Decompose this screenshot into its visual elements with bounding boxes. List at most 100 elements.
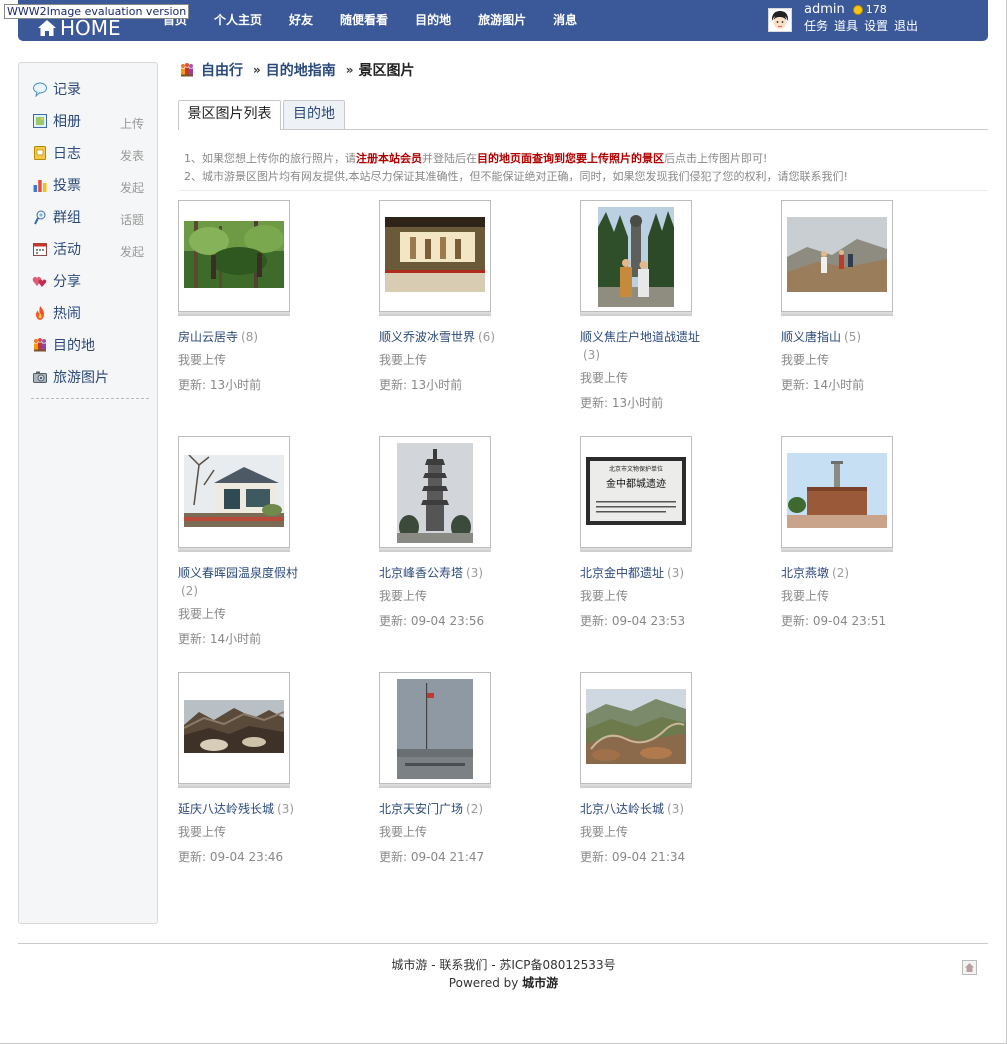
photo-thumbnail-frame[interactable] bbox=[580, 200, 692, 312]
photo-title-link[interactable]: 顺义乔波冰雪世界 bbox=[379, 330, 475, 344]
sidebar-item-groups[interactable]: 群组 话题 bbox=[32, 201, 144, 233]
upload-photo-link[interactable]: 我要上传 bbox=[178, 351, 226, 369]
photo-thumbnail-frame[interactable] bbox=[580, 672, 692, 784]
tab-destination[interactable]: 目的地 bbox=[283, 100, 345, 129]
photo-title-link[interactable]: 房山云居寺 bbox=[178, 330, 238, 344]
notice-line-2: 2、城市游景区图片均有网友提供,本站尽力保证其准确性，但不能保证绝对正确，同时，… bbox=[184, 170, 848, 183]
upload-photo-link[interactable]: 我要上传 bbox=[580, 823, 628, 841]
photo-thumbnail[interactable] bbox=[598, 207, 674, 307]
photo-thumbnail[interactable] bbox=[184, 221, 284, 288]
photo-thumbnail-frame[interactable] bbox=[379, 672, 491, 784]
photo-thumbnail-frame[interactable] bbox=[178, 436, 290, 548]
sidebar-item-travel-photos[interactable]: 旅游图片 bbox=[32, 361, 144, 393]
register-link[interactable]: 注册本站会员 bbox=[356, 152, 422, 165]
photo-title-link[interactable]: 顺义唐指山 bbox=[781, 330, 841, 344]
sidebar-item-events[interactable]: 活动 发起 bbox=[32, 233, 144, 265]
photo-thumbnail[interactable] bbox=[787, 453, 887, 528]
sidebar-item-destinations[interactable]: 目的地 bbox=[32, 329, 144, 361]
photo-thumbnail-frame[interactable] bbox=[379, 436, 491, 548]
photo-title: 延庆八达岭残长城 (3) bbox=[178, 800, 298, 818]
sidebar-item-share[interactable]: 分享 bbox=[32, 265, 144, 297]
breadcrumb-free-travel[interactable]: 自由行 bbox=[201, 60, 243, 80]
photo-count: (5) bbox=[844, 330, 862, 344]
photo-title-link[interactable]: 顺义春晖园温泉度假村 bbox=[178, 566, 298, 580]
powered-by-brand[interactable]: 城市游 bbox=[522, 976, 558, 990]
username-link[interactable]: admin bbox=[804, 2, 845, 18]
coin-icon bbox=[852, 5, 863, 15]
upload-photo-link[interactable]: 我要上传 bbox=[379, 587, 427, 605]
photo-title: 顺义春晖园温泉度假村 (2) bbox=[178, 564, 298, 600]
nav-friends[interactable]: 好友 bbox=[289, 12, 313, 28]
photo-title: 顺义乔波冰雪世界 (6) bbox=[379, 328, 499, 346]
upload-photo-link[interactable]: 我要上传 bbox=[178, 605, 226, 623]
photo-title-link[interactable]: 北京峰香公寿塔 bbox=[379, 566, 463, 580]
nav-messages[interactable]: 消息 bbox=[553, 12, 577, 28]
photo-title-link[interactable]: 北京天安门广场 bbox=[379, 802, 463, 816]
flame-icon bbox=[36, 306, 44, 320]
upload-photo-link[interactable]: 我要上传 bbox=[178, 823, 226, 841]
sidebar-item-hot[interactable]: 热闹 bbox=[32, 297, 144, 329]
post-journal-link[interactable]: 发表 bbox=[120, 147, 144, 164]
photo-title-link[interactable]: 顺义焦庄户地道战遗址 bbox=[580, 330, 700, 344]
items-link[interactable]: 道具 bbox=[834, 18, 858, 34]
breadcrumb-destination-guide[interactable]: 目的地指南 bbox=[266, 60, 336, 80]
photo-thumbnail-frame[interactable] bbox=[379, 200, 491, 312]
photo-thumbnail[interactable] bbox=[397, 443, 473, 543]
avatar[interactable] bbox=[768, 8, 792, 32]
tab-scenic-photo-list[interactable]: 景区图片列表 bbox=[178, 100, 281, 130]
photo-thumbnail[interactable] bbox=[586, 689, 686, 764]
start-poll-link[interactable]: 发起 bbox=[120, 179, 144, 196]
photo-title: 北京燕墩 (2) bbox=[781, 564, 901, 582]
update-time: 更新: 09-04 21:34 bbox=[580, 848, 685, 866]
footer-links[interactable]: 城市游 - 联系我们 - 苏ICP备08012533号 bbox=[0, 956, 1007, 973]
photo-thumbnail-frame[interactable] bbox=[781, 436, 893, 548]
stele-heading-text: 北京市文物保护单位 bbox=[609, 465, 663, 473]
upload-photo-link[interactable]: 我要上传 bbox=[580, 369, 628, 387]
update-time-prefix: 更新: bbox=[781, 378, 813, 392]
update-time: 更新: 09-04 23:51 bbox=[781, 612, 886, 630]
photo-title-link[interactable]: 北京八达岭长城 bbox=[580, 802, 664, 816]
photo-title-link[interactable]: 北京金中都遗址 bbox=[580, 566, 664, 580]
upload-photo-link[interactable]: 我要上传 bbox=[781, 351, 829, 369]
sidebar-item-label: 相册 bbox=[53, 114, 81, 130]
photo-thumbnail[interactable] bbox=[184, 455, 284, 527]
back-to-top-button[interactable] bbox=[962, 960, 977, 975]
photo-title: 北京金中都遗址 (3) bbox=[580, 564, 700, 582]
upload-photo-link[interactable]: 我要上传 bbox=[379, 351, 427, 369]
upload-album-link[interactable]: 上传 bbox=[120, 115, 144, 132]
sidebar-item-records[interactable]: 记录 bbox=[32, 73, 144, 105]
photo-thumbnail[interactable] bbox=[787, 217, 887, 292]
logout-link[interactable]: 退出 bbox=[894, 18, 918, 34]
tasks-link[interactable]: 任务 bbox=[804, 18, 828, 34]
nav-profile[interactable]: 个人主页 bbox=[214, 12, 262, 28]
upload-photo-link[interactable]: 我要上传 bbox=[781, 587, 829, 605]
photo-title-link[interactable]: 北京燕墩 bbox=[781, 566, 829, 580]
sidebar-item-journal[interactable]: 日志 发表 bbox=[32, 137, 144, 169]
home-logo[interactable]: HOME bbox=[38, 17, 121, 39]
photo-title-link[interactable]: 延庆八达岭残长城 bbox=[178, 802, 274, 816]
upload-photo-link[interactable]: 我要上传 bbox=[580, 587, 628, 605]
photo-thumbnail-frame[interactable] bbox=[781, 200, 893, 312]
photo-thumbnail[interactable]: 北京市文物保护单位 金中都城遗迹 bbox=[586, 457, 686, 525]
settings-link[interactable]: 设置 bbox=[864, 18, 888, 34]
sidebar-item-album[interactable]: 相册 上传 bbox=[32, 105, 144, 137]
start-event-link[interactable]: 发起 bbox=[120, 243, 144, 260]
photo-thumbnail[interactable] bbox=[184, 700, 284, 753]
update-time-value: 09-04 21:34 bbox=[611, 850, 686, 864]
journal-icon bbox=[34, 146, 46, 160]
sidebar-item-poll[interactable]: 投票 发起 bbox=[32, 169, 144, 201]
hearts-icon bbox=[32, 276, 47, 287]
photo-thumbnail-frame[interactable]: 北京市文物保护单位 金中都城遗迹 bbox=[580, 436, 692, 548]
photo-thumbnail[interactable] bbox=[397, 679, 473, 779]
photo-thumbnail[interactable] bbox=[385, 217, 485, 292]
photo-thumbnail-frame[interactable] bbox=[178, 672, 290, 784]
nav-travel-photos[interactable]: 旅游图片 bbox=[478, 12, 526, 28]
update-time: 更新: 13小时前 bbox=[178, 376, 261, 394]
destination-search-link[interactable]: 目的地页面查询到您要上传照片的景区 bbox=[477, 152, 664, 165]
upload-photo-link[interactable]: 我要上传 bbox=[379, 823, 427, 841]
nav-browse[interactable]: 随便看看 bbox=[340, 12, 388, 28]
group-topic-link[interactable]: 话题 bbox=[120, 211, 144, 228]
photo-thumbnail-frame[interactable] bbox=[178, 200, 290, 312]
nav-destinations[interactable]: 目的地 bbox=[415, 12, 451, 28]
photo-count: (3) bbox=[466, 566, 484, 580]
